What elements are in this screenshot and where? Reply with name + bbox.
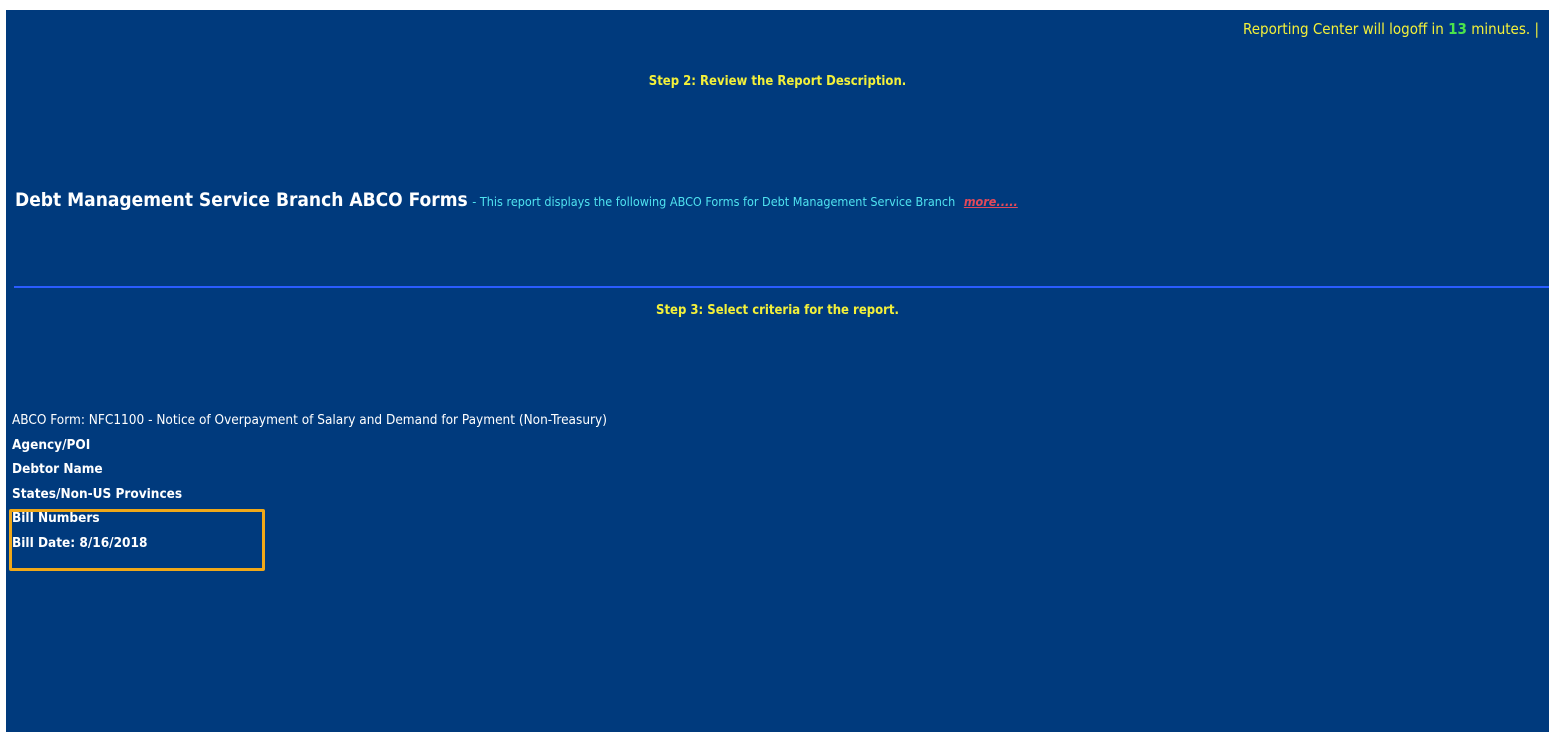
criteria-abco-form: ABCO Form: NFC1100 - Notice of Overpayme…: [12, 412, 607, 428]
step2-heading: Step 2: Review the Report Description.: [648, 74, 907, 89]
criteria-list: ABCO Form: NFC1100 - Notice of Overpayme…: [12, 408, 607, 556]
section-divider: [14, 286, 1549, 288]
logoff-timer-notice: Reporting Center will logoff in 13 minut…: [1243, 20, 1539, 38]
logoff-prefix: Reporting Center will logoff in: [1243, 20, 1444, 38]
report-description: Debt Management Service Branch ABCO Form…: [15, 189, 1018, 211]
criteria-agency-poi[interactable]: Agency/POI: [12, 433, 607, 458]
reporting-center-panel: Reporting Center will logoff in 13 minut…: [6, 10, 1549, 732]
step3-heading: Step 3: Select criteria for the report.: [656, 303, 899, 318]
page: Reporting Center will logoff in 13 minut…: [0, 0, 1549, 732]
logoff-minutes: 13: [1448, 20, 1467, 38]
logoff-suffix: minutes. |: [1471, 20, 1539, 38]
criteria-states-provinces[interactable]: States/Non-US Provinces: [12, 482, 607, 507]
report-description-text: - This report displays the following ABC…: [472, 194, 956, 209]
criteria-bill-date[interactable]: Bill Date: 8/16/2018: [12, 531, 607, 556]
report-title: Debt Management Service Branch ABCO Form…: [15, 189, 468, 211]
more-link[interactable]: more.....: [964, 194, 1018, 209]
criteria-bill-numbers[interactable]: Bill Numbers: [12, 506, 607, 531]
criteria-debtor-name[interactable]: Debtor Name: [12, 457, 607, 482]
